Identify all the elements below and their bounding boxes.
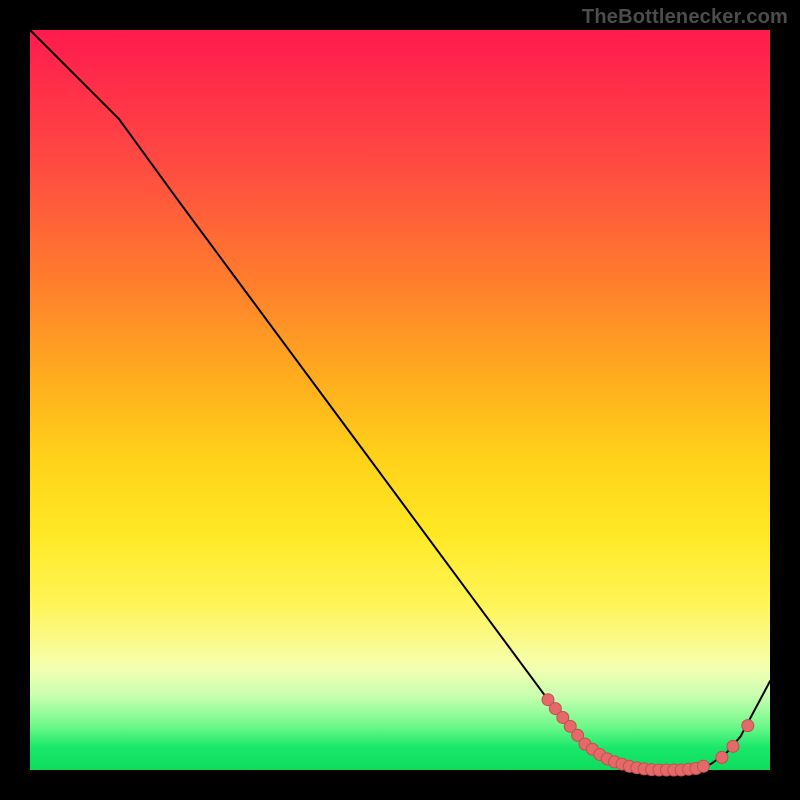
curve-marker	[742, 720, 754, 732]
curve-markers	[542, 694, 754, 776]
curve-marker	[697, 760, 709, 772]
attribution-label: TheBottlenecker.com	[582, 6, 788, 29]
curve-marker	[727, 740, 739, 752]
plot-area	[30, 30, 770, 770]
bottleneck-curve	[30, 30, 770, 770]
chart-stage: TheBottlenecker.com	[0, 0, 800, 800]
curve-layer	[30, 30, 770, 770]
curve-marker	[716, 751, 728, 763]
